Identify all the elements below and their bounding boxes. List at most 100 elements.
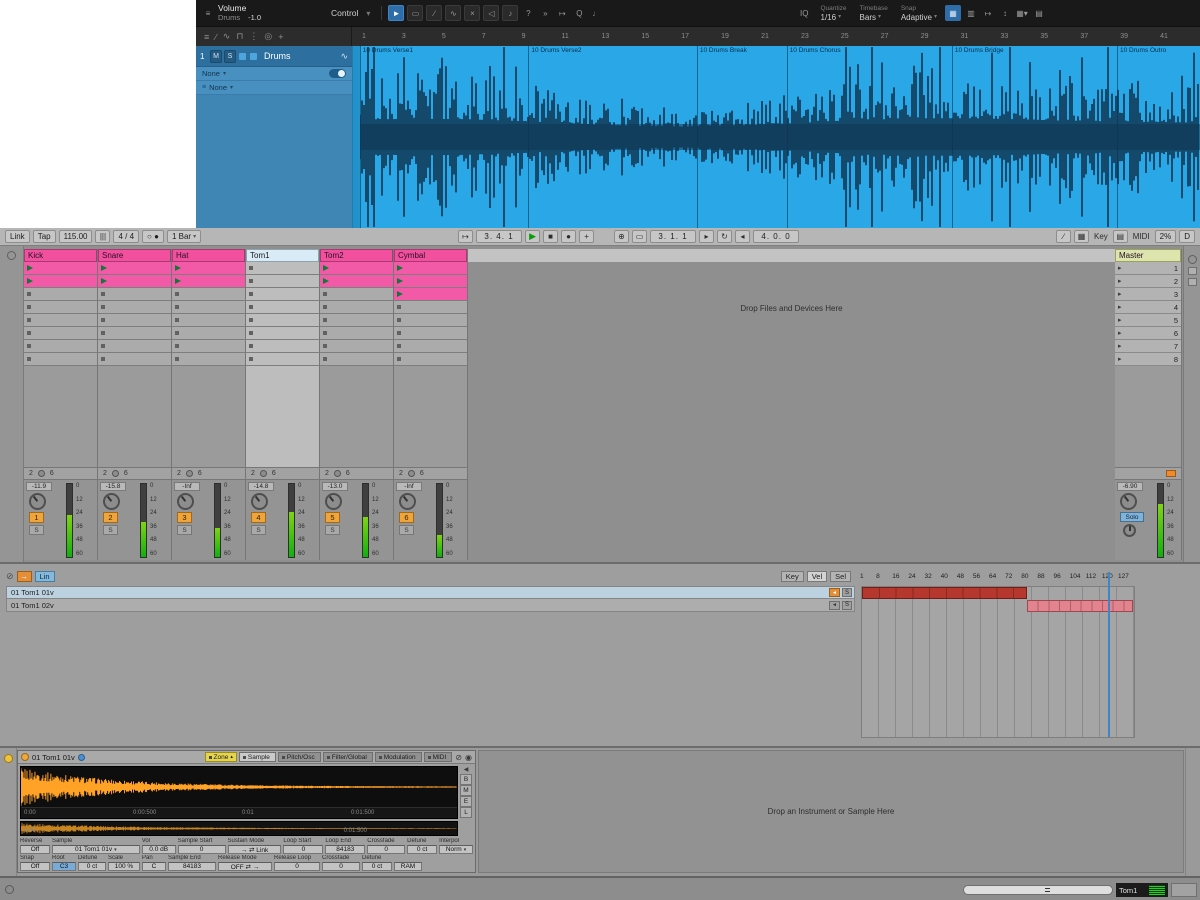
audition-button[interactable]: ◄: [829, 601, 840, 610]
param-value[interactable]: Off: [20, 862, 50, 871]
param-value[interactable]: 100 %: [108, 862, 140, 871]
io-knob-icon[interactable]: [112, 470, 119, 477]
pan-knob[interactable]: [251, 493, 268, 510]
param-value[interactable]: 0.0 dB: [142, 845, 176, 854]
clip-slot[interactable]: [246, 262, 319, 275]
insert-slot-b[interactable]: None: [209, 83, 227, 92]
clip-slot[interactable]: [320, 327, 393, 340]
clip-slot[interactable]: [172, 288, 245, 301]
sampler-tab[interactable]: Pitch/Osc: [278, 752, 321, 762]
sine-tool-icon[interactable]: ∿: [223, 31, 231, 42]
clip-slot[interactable]: [172, 275, 245, 288]
clip-slot[interactable]: [24, 275, 97, 288]
param-value[interactable]: 0: [274, 862, 320, 871]
play-button[interactable]: ▶: [525, 230, 540, 243]
scroll-left-icon[interactable]: ◀: [464, 766, 469, 773]
pan-knob[interactable]: [325, 493, 342, 510]
scene-slot[interactable]: ▸ 2: [1115, 275, 1181, 288]
crossfade-icon[interactable]: [1166, 470, 1176, 477]
wave-view-button[interactable]: B: [460, 774, 472, 785]
clip-view-icon[interactable]: ▭: [632, 230, 647, 243]
iq-label[interactable]: IQ: [800, 9, 808, 18]
clip-slot[interactable]: [320, 353, 393, 366]
param-value[interactable]: Norm: [439, 845, 473, 854]
clip-slot[interactable]: [172, 262, 245, 275]
track-title[interactable]: Hat: [172, 249, 245, 262]
clip-slot[interactable]: [172, 314, 245, 327]
track-title[interactable]: Kick: [24, 249, 97, 262]
clip-slot[interactable]: [246, 314, 319, 327]
line-tool-icon[interactable]: ∕: [215, 32, 217, 42]
loop-length-field[interactable]: 4. 0. 0: [753, 230, 799, 243]
velocity-zone-bar[interactable]: [1027, 600, 1134, 612]
status-button[interactable]: [1171, 883, 1197, 897]
vel-zone-button[interactable]: Vel: [807, 571, 827, 582]
clip-slot[interactable]: [394, 314, 467, 327]
snap-menu[interactable]: Snap Adaptive▾: [901, 4, 937, 22]
no-zone-icon[interactable]: ⊘: [6, 571, 14, 582]
param-value[interactable]: 0: [283, 845, 323, 854]
scene-slot[interactable]: ▸ 3: [1115, 288, 1181, 301]
draw-mode-button[interactable]: ∕: [1056, 230, 1071, 243]
wave-view-button[interactable]: M: [460, 785, 472, 796]
capture-button[interactable]: ⊕: [614, 230, 629, 243]
dropdown-caret-icon[interactable]: ▾: [361, 5, 375, 21]
solo-button[interactable]: S: [399, 525, 414, 535]
clip-slot[interactable]: [320, 301, 393, 314]
scene-slot[interactable]: ▸ 4: [1115, 301, 1181, 314]
loop-start-field[interactable]: 3. 1. 1: [650, 230, 696, 243]
clip-slot[interactable]: [172, 340, 245, 353]
record-button[interactable]: ●: [561, 230, 576, 243]
io-knob-icon[interactable]: [334, 470, 341, 477]
clip-slot[interactable]: [24, 327, 97, 340]
sends-show-icon[interactable]: [1188, 267, 1197, 275]
range-tool-icon[interactable]: ▭: [407, 5, 423, 21]
follow-button[interactable]: ↦: [458, 230, 473, 243]
param-value[interactable]: → ⇄ Link: [228, 845, 282, 854]
clip-slot[interactable]: [394, 353, 467, 366]
volume-db[interactable]: -Inf: [174, 482, 200, 491]
velocity-zone-grid[interactable]: [861, 586, 1135, 738]
param-value[interactable]: 0: [322, 862, 360, 871]
zoom-icon[interactable]: Q: [572, 5, 586, 21]
punch-out-button[interactable]: ◂: [735, 230, 750, 243]
cue-volume-knob[interactable]: [1123, 524, 1136, 537]
volume-db[interactable]: -11.9: [26, 482, 52, 491]
list-icon[interactable]: ≡: [204, 32, 209, 42]
arrangement-position[interactable]: 3. 4. 1: [476, 230, 522, 243]
scene-slot[interactable]: ▸ 8: [1115, 353, 1181, 366]
track-title[interactable]: Tom2: [320, 249, 393, 262]
param-value[interactable]: 01 Tom1 01v: [52, 845, 140, 854]
goto-end-icon[interactable]: ↦: [555, 5, 569, 21]
draw-tool-icon[interactable]: ∕: [426, 5, 442, 21]
sample-layer-row[interactable]: 01 Tom1 02v ◄ S: [6, 599, 855, 612]
arrangement-track-header[interactable]: 1 M S Drums ∿ None ▾ ≡ None ▾: [196, 46, 352, 228]
velocity-zone-bar[interactable]: [862, 587, 1027, 599]
tap-tempo-button[interactable]: Tap: [33, 230, 56, 243]
snap-toggle-icon[interactable]: ▦: [945, 5, 961, 21]
master-title[interactable]: Master: [1115, 249, 1181, 262]
param-value[interactable]: 0: [367, 845, 405, 854]
arrow-bar-icon[interactable]: ↦: [981, 5, 995, 21]
select-tool-icon[interactable]: ►: [388, 5, 404, 21]
steps-tool-icon[interactable]: ⋮: [249, 31, 258, 42]
clip-slot[interactable]: [24, 314, 97, 327]
clip-slot[interactable]: [320, 275, 393, 288]
pan-knob[interactable]: [399, 493, 416, 510]
midi-keyboard-icon[interactable]: ▤: [1113, 230, 1128, 243]
clip-slot[interactable]: [172, 301, 245, 314]
mute-tool-icon[interactable]: ◁: [483, 5, 499, 21]
exclude-icon[interactable]: ⊘: [455, 753, 462, 762]
scene-slot[interactable]: ▸ 1: [1115, 262, 1181, 275]
io-show-icon[interactable]: [1188, 255, 1197, 264]
clip-slot[interactable]: [172, 353, 245, 366]
device-activator[interactable]: [4, 754, 13, 763]
curve-tool-icon[interactable]: ∿: [445, 5, 461, 21]
sampler-tab[interactable]: Zone▴: [205, 752, 237, 762]
param-value[interactable]: 0: [178, 845, 226, 854]
menu-icon[interactable]: ≡: [201, 5, 215, 21]
clip-slot[interactable]: [98, 275, 171, 288]
overdub-indicator[interactable]: D: [1179, 230, 1195, 243]
solo-button[interactable]: S: [251, 525, 266, 535]
clip-slot[interactable]: [98, 262, 171, 275]
